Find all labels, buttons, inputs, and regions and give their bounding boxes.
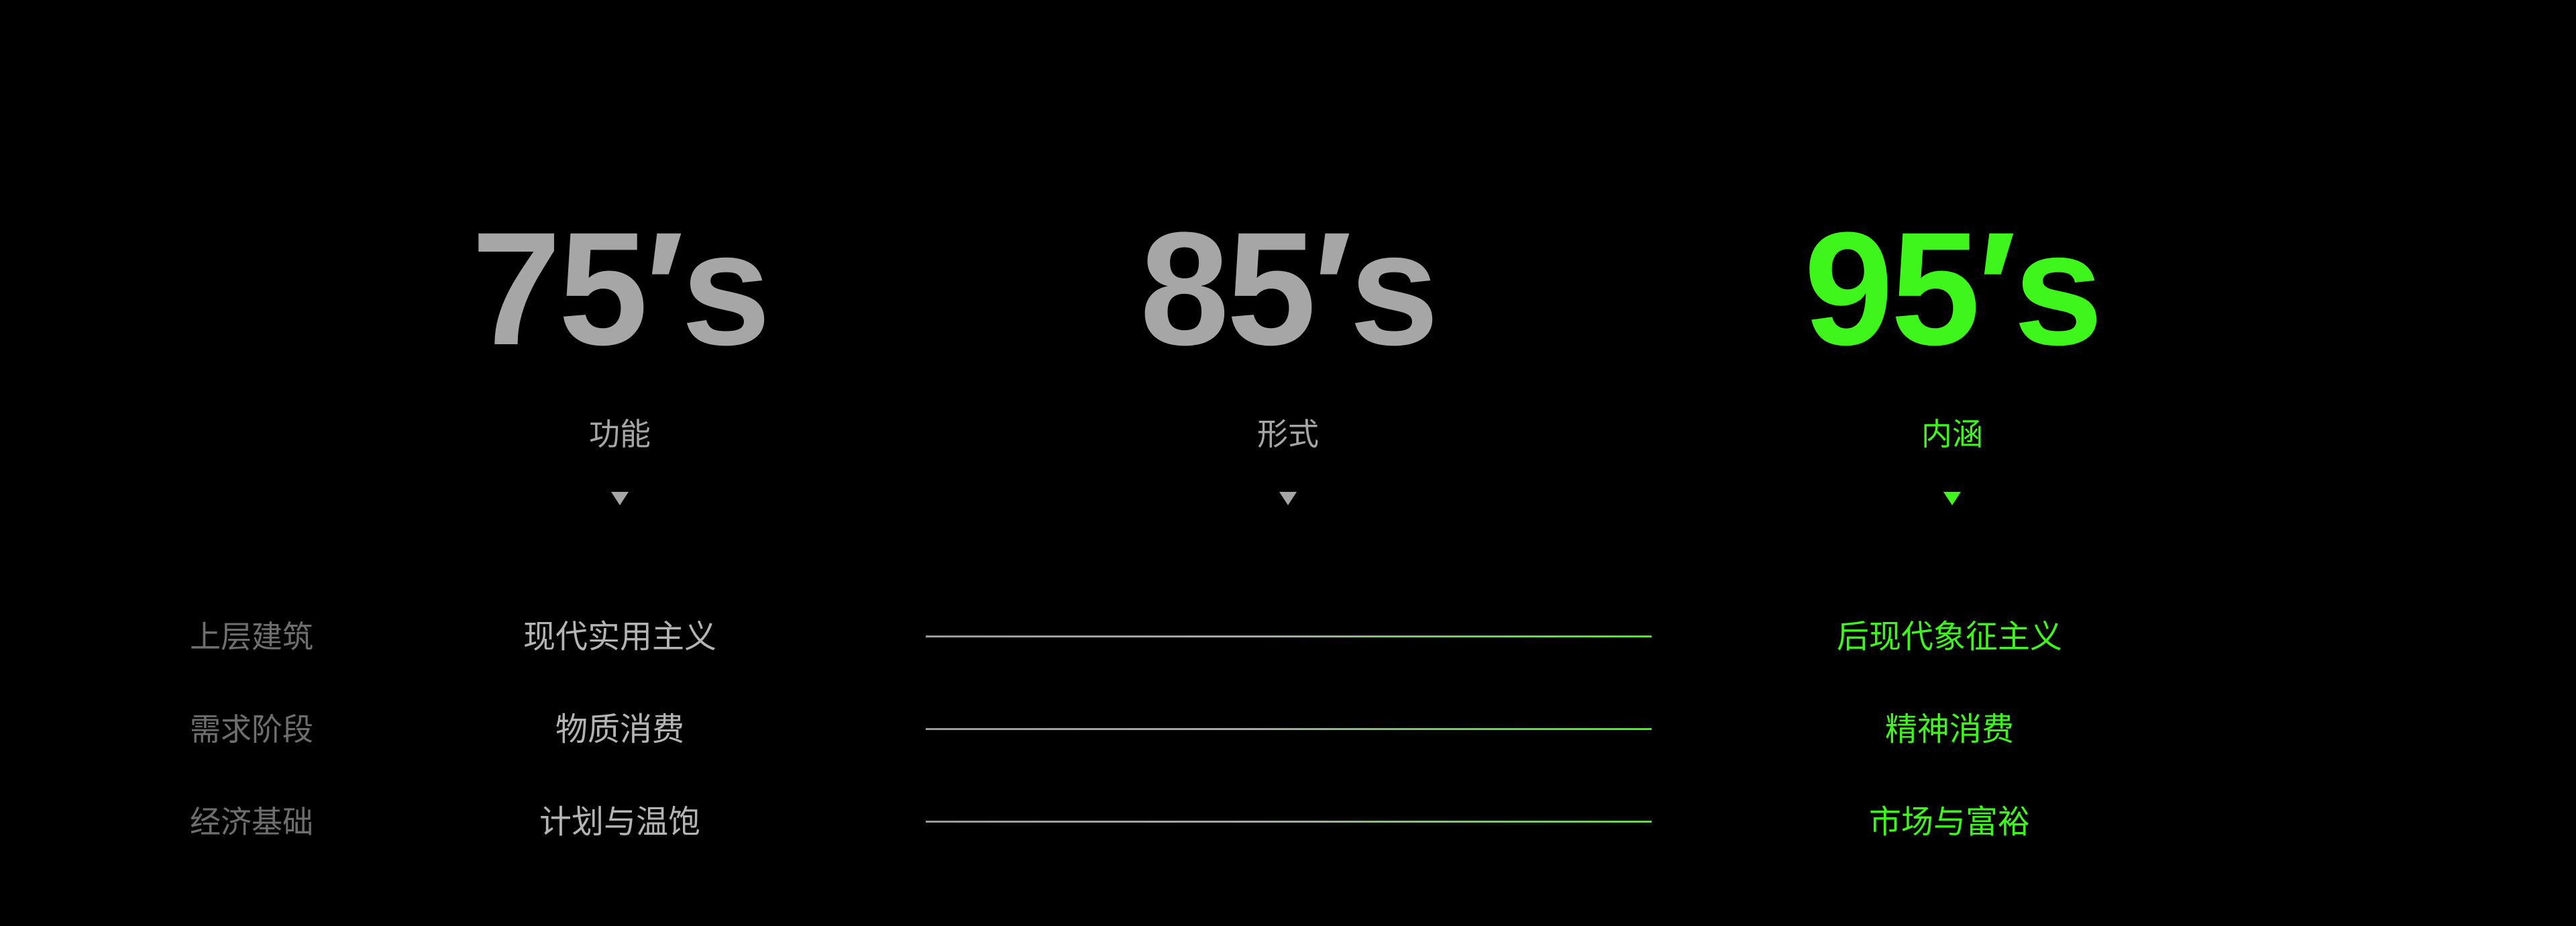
triangle-down-icon bbox=[1279, 492, 1297, 505]
row-from-value: 现代实用主义 bbox=[523, 618, 716, 656]
row-from-value: 物质消费 bbox=[555, 711, 684, 748]
era-95s-heading: 95′s bbox=[1804, 199, 2103, 378]
transition-connector-line bbox=[926, 635, 1652, 637]
aspect-label-form: 形式 bbox=[1257, 416, 1319, 452]
row-to-value: 精神消费 bbox=[1884, 711, 2014, 748]
era-85s-heading: 85′s bbox=[1140, 199, 1439, 378]
row-to-value: 后现代象征主义 bbox=[1836, 618, 2062, 656]
row-to-value: 市场与富裕 bbox=[1868, 803, 2030, 841]
transition-connector-line bbox=[926, 728, 1652, 730]
row-label-superstructure: 上层建筑 bbox=[190, 619, 313, 655]
era-75s-heading: 75′s bbox=[472, 199, 771, 378]
aspect-label-connotation: 内涵 bbox=[1921, 416, 1983, 452]
triangle-down-icon bbox=[1943, 492, 1961, 505]
row-label-economic-base: 经济基础 bbox=[190, 804, 313, 840]
row-from-value: 计划与温饱 bbox=[539, 803, 700, 841]
transition-connector-line bbox=[926, 821, 1652, 823]
triangle-down-icon bbox=[611, 492, 629, 505]
row-label-demand-stage: 需求阶段 bbox=[190, 711, 313, 748]
aspect-label-function: 功能 bbox=[589, 416, 651, 452]
